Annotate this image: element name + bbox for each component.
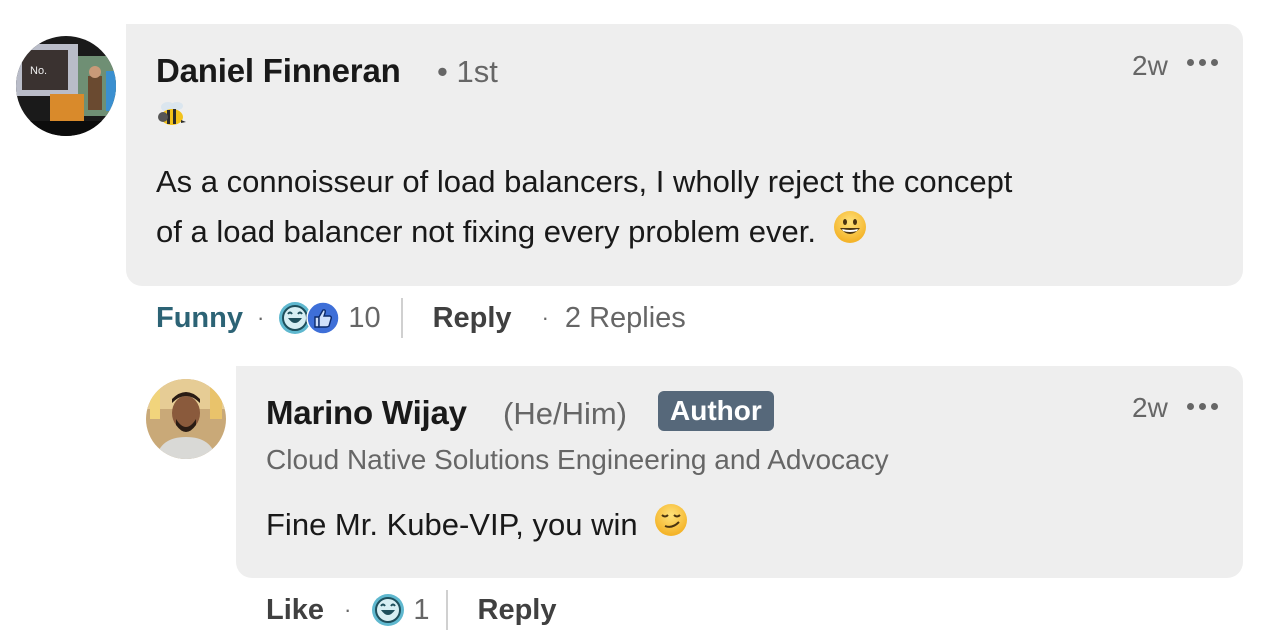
comment-timestamp: 2w (1132, 50, 1168, 81)
separator-dot: · (257, 305, 265, 330)
reply-author-name[interactable]: Marino Wijay (266, 394, 467, 432)
ellipsis-dot (1211, 403, 1218, 410)
smirking-face-icon (654, 502, 688, 552)
more-options-button[interactable] (1187, 59, 1218, 66)
reactions-summary[interactable]: 10 (278, 301, 381, 335)
reply-text: Fine Mr. Kube-VIP, you win (266, 500, 688, 552)
reaction-count: 10 (348, 301, 381, 334)
comment-actions-bar: Funny · 10 Reply · 2 Replies (156, 298, 686, 338)
separator-dot: · (541, 305, 549, 330)
reactions-summary[interactable]: 1 (371, 593, 430, 627)
profile-photo (146, 379, 226, 459)
svg-text:No.: No. (30, 65, 47, 77)
author-badge: Author (658, 391, 774, 431)
ellipsis-dot (1187, 59, 1194, 66)
avatar-daniel-finneran[interactable]: No. (16, 36, 116, 136)
like-reaction-icon (306, 301, 341, 335)
divider (445, 590, 448, 630)
comment-text: As a connoisseur of load balancers, I wh… (156, 157, 1012, 259)
grinning-face-icon (833, 209, 867, 259)
connection-degree: • 1st (437, 54, 498, 89)
comment-author-name[interactable]: Daniel Finneran (156, 52, 401, 90)
view-replies-link[interactable]: 2 Replies (565, 302, 686, 335)
reply-text-content: Fine Mr. Kube-VIP, you win (266, 507, 638, 542)
comment-text-line-1: As a connoisseur of load balancers, I wh… (156, 164, 1013, 199)
ellipsis-dot (1199, 403, 1206, 410)
profile-photo: No. (16, 36, 116, 136)
more-options-button[interactable] (1187, 403, 1218, 410)
ellipsis-dot (1199, 59, 1206, 66)
avatar-marino-wijay[interactable] (146, 379, 226, 459)
bee-icon (156, 98, 188, 130)
separator-dot: · (344, 597, 352, 622)
funny-reaction-icon (372, 594, 405, 626)
reaction-funny-button[interactable]: Funny (156, 302, 243, 335)
divider (400, 298, 403, 338)
reply-button[interactable]: Reply (478, 594, 557, 627)
comment-text-line-2: of a load balancer not fixing every prob… (156, 214, 816, 249)
like-button[interactable]: Like (266, 594, 324, 627)
ellipsis-dot (1187, 403, 1194, 410)
reply-timestamp: 2w (1132, 392, 1168, 423)
reply-button[interactable]: Reply (433, 302, 512, 335)
author-headline: Cloud Native Solutions Engineering and A… (266, 444, 889, 475)
reply-actions-bar: Like · 1 Reply (266, 590, 556, 630)
author-pronouns: (He/Him) (503, 396, 627, 431)
reaction-count: 1 (413, 593, 430, 626)
ellipsis-dot (1211, 59, 1218, 66)
